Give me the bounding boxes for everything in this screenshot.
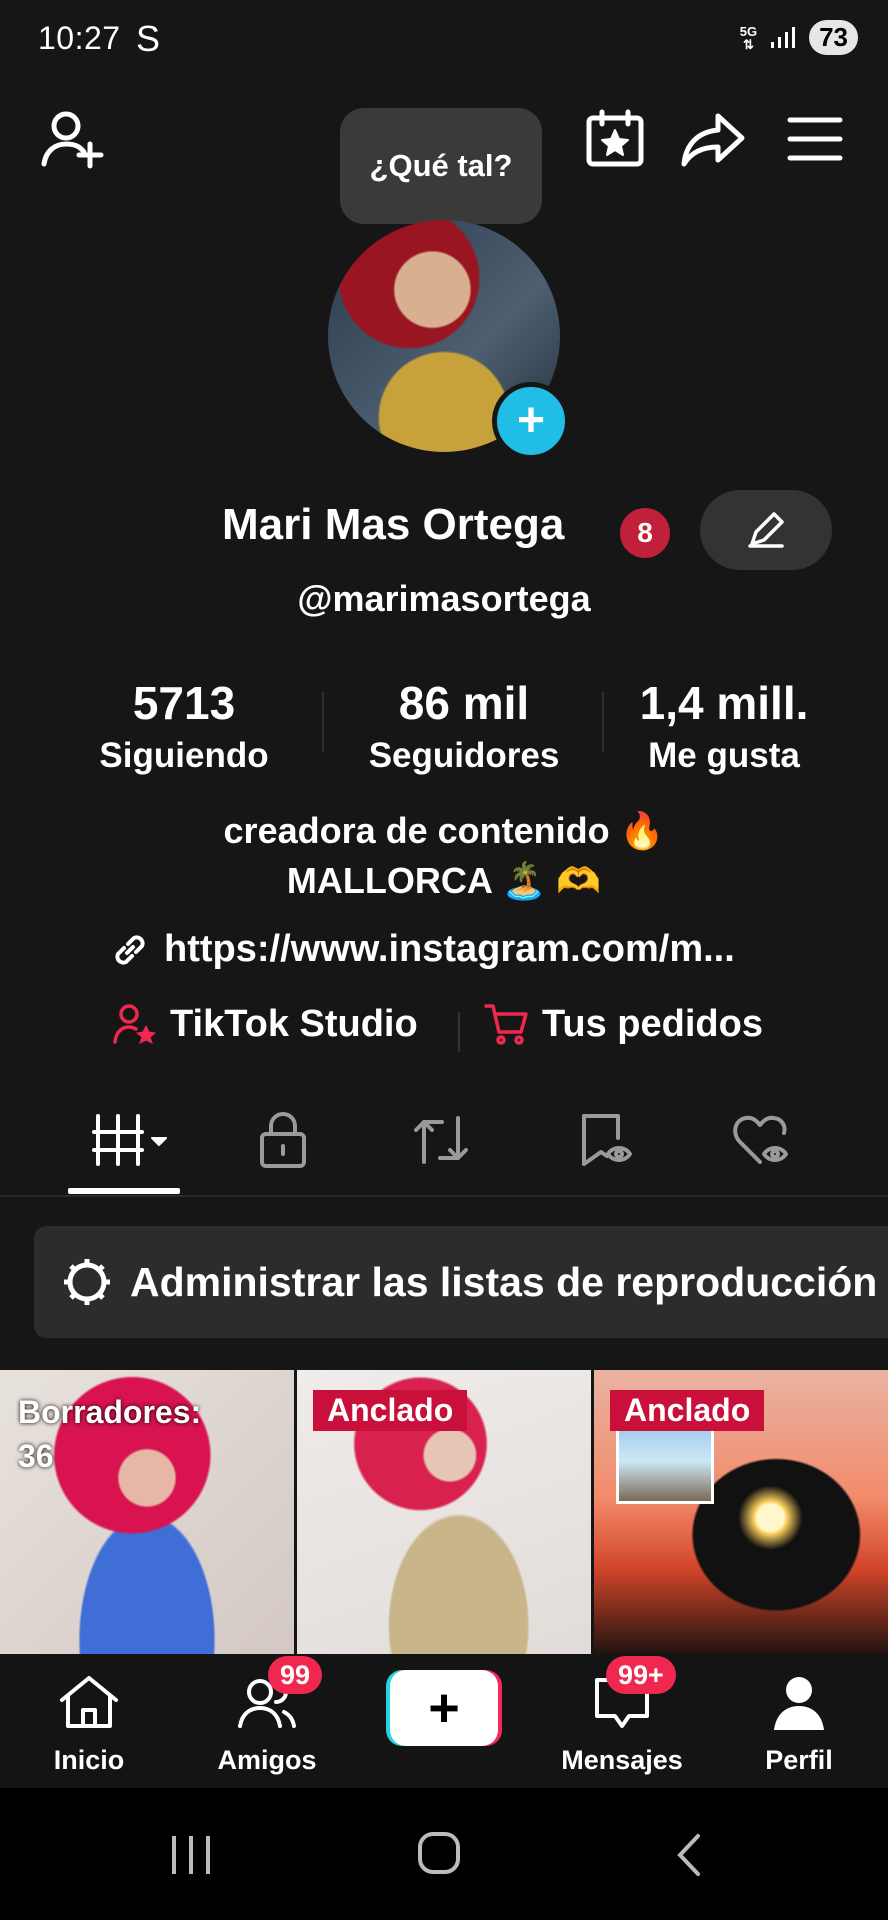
add-friend-icon[interactable] bbox=[38, 108, 108, 175]
manage-playlists-label: Administrar las listas de reproducción bbox=[130, 1258, 878, 1305]
heart-hidden-icon bbox=[733, 1115, 788, 1164]
pinned-tag: Anclado bbox=[610, 1390, 765, 1431]
nav-profile[interactable]: Perfil bbox=[729, 1672, 869, 1776]
orders-link[interactable]: Tus pedidos bbox=[484, 1002, 763, 1046]
stat-following[interactable]: 5713 Siguiendo bbox=[74, 676, 294, 776]
tab-active-indicator bbox=[68, 1188, 180, 1194]
profile-handle: @marimasortega bbox=[297, 578, 591, 619]
status-right: 5G ⇅ 73 bbox=[740, 20, 858, 55]
grid-dropdown-icon bbox=[92, 1114, 167, 1166]
nav-friends-label: Amigos bbox=[217, 1745, 317, 1775]
system-navigation-bar bbox=[0, 1788, 888, 1920]
nav-profile-label: Perfil bbox=[765, 1745, 833, 1775]
back-icon[interactable] bbox=[672, 1832, 706, 1878]
home-icon bbox=[60, 1676, 118, 1728]
creator-star-icon bbox=[113, 1004, 157, 1044]
stat-following-value: 5713 bbox=[132, 677, 236, 729]
gear-icon bbox=[64, 1259, 110, 1305]
status-bar: 10:27 S 5G ⇅ 73 bbox=[0, 0, 888, 80]
stat-likes[interactable]: 1,4 mill. Me gusta bbox=[614, 676, 834, 776]
drafts-label: Borradores: 36 bbox=[18, 1394, 202, 1474]
network-5g-icon: 5G ⇅ bbox=[739, 23, 758, 52]
tooltip-text: ¿Qué tal? bbox=[369, 148, 513, 183]
tabs-divider bbox=[0, 1195, 888, 1197]
tab-private[interactable] bbox=[256, 1110, 310, 1170]
tab-reposts[interactable] bbox=[410, 1110, 472, 1170]
cart-icon bbox=[484, 1004, 528, 1045]
stat-divider bbox=[322, 692, 324, 752]
nav-home[interactable]: Inicio bbox=[19, 1672, 159, 1776]
add-story-button[interactable]: + bbox=[492, 382, 570, 460]
profile-icon bbox=[774, 1677, 824, 1730]
home-button-icon[interactable] bbox=[416, 1830, 462, 1876]
stat-followers-value: 86 mil bbox=[398, 677, 530, 729]
plus-icon: + bbox=[516, 394, 546, 447]
friends-badge: 99 bbox=[268, 1656, 323, 1694]
tooltip-bubble: ¿Qué tal? bbox=[340, 108, 542, 238]
link-icon bbox=[115, 934, 145, 965]
recent-apps-icon[interactable] bbox=[166, 1832, 216, 1878]
profile-link[interactable]: https://www.instagram.com/m... bbox=[110, 928, 735, 971]
manage-playlists-button[interactable]: Administrar las listas de reproducción bbox=[34, 1226, 888, 1338]
bio-line-2: MALLORCA 🏝️ 🫶 bbox=[286, 860, 602, 901]
repost-icon bbox=[414, 1116, 468, 1164]
menu-icon[interactable] bbox=[786, 114, 844, 169]
notification-badge[interactable]: 8 bbox=[620, 508, 670, 558]
tools-divider bbox=[458, 1012, 460, 1052]
nav-messages-label: Mensajes bbox=[561, 1745, 683, 1775]
tab-liked[interactable] bbox=[730, 1110, 794, 1170]
nav-home-label: Inicio bbox=[53, 1745, 125, 1775]
pencil-icon bbox=[748, 512, 784, 548]
create-button[interactable]: + bbox=[386, 1670, 502, 1746]
stat-likes-value: 1,4 mill. bbox=[639, 677, 809, 729]
edit-profile-button[interactable] bbox=[700, 490, 832, 570]
pinned-tag: Anclado bbox=[313, 1390, 468, 1431]
stat-divider bbox=[602, 692, 604, 752]
stat-followers[interactable]: 86 mil Seguidores bbox=[354, 676, 574, 776]
calendar-star-icon[interactable] bbox=[584, 108, 646, 175]
lock-icon bbox=[260, 1112, 306, 1168]
tab-favorites[interactable] bbox=[576, 1110, 636, 1170]
messages-badge: 99+ bbox=[606, 1656, 676, 1694]
tiktok-studio-link[interactable]: TikTok Studio bbox=[112, 1002, 418, 1046]
stat-following-label: Siguiendo bbox=[99, 736, 269, 775]
stat-followers-label: Seguidores bbox=[368, 736, 560, 775]
status-time: 10:27 bbox=[38, 20, 121, 56]
profile-link-text: https://www.instagram.com/m... bbox=[164, 928, 735, 970]
stat-likes-label: Me gusta bbox=[648, 736, 800, 775]
create-plus-icon: + bbox=[390, 1670, 498, 1746]
signal-icon bbox=[771, 26, 796, 48]
bookmark-hidden-icon bbox=[582, 1114, 632, 1166]
bio-line-1: creadora de contenido 🔥 bbox=[223, 810, 665, 851]
share-icon[interactable] bbox=[680, 110, 746, 175]
video-thumbnail-pinned-1[interactable]: Anclado bbox=[297, 1370, 591, 1654]
video-thumbnail-pinned-2[interactable]: Anclado bbox=[594, 1370, 888, 1654]
app-s-icon: S bbox=[136, 18, 161, 59]
tab-videos[interactable] bbox=[88, 1110, 178, 1170]
battery-icon: 73 bbox=[809, 20, 858, 55]
orders-label: Tus pedidos bbox=[542, 1002, 763, 1045]
tiktok-studio-label: TikTok Studio bbox=[170, 1002, 418, 1045]
video-thumbnail-drafts[interactable]: Borradores: 36 bbox=[0, 1370, 294, 1654]
profile-name: Mari Mas Ortega bbox=[222, 500, 565, 549]
